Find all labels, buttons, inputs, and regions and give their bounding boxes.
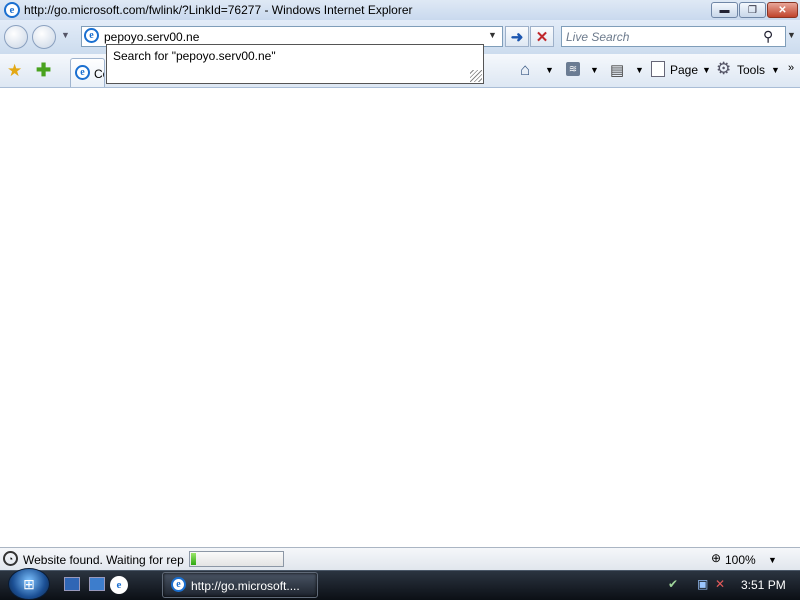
resize-grip-icon[interactable] (470, 70, 482, 82)
page-icon[interactable] (651, 61, 665, 77)
start-button[interactable]: ⊞ (8, 568, 50, 600)
more-commands-icon[interactable]: » (788, 62, 794, 74)
back-button[interactable] (4, 25, 28, 49)
page-content[interactable] (0, 89, 800, 547)
taskbar-item-label: http://go.microsoft.... (191, 579, 300, 593)
volume-muted-tray-icon[interactable]: ✕ (715, 577, 725, 591)
search-input[interactable] (566, 28, 756, 45)
clock[interactable]: 3:51 PM (741, 578, 786, 592)
display-tray-icon[interactable]: ▣ (697, 577, 708, 591)
window-title: http://go.microsoft.com/fwlink/?LinkId=7… (24, 3, 413, 17)
address-autocomplete-popup: Search for "pepoyo.serv00.ne" (106, 44, 484, 84)
zoom-level[interactable]: 100% (725, 553, 756, 567)
browser-tab[interactable]: e Co (70, 58, 105, 87)
close-button[interactable]: ✕ (767, 2, 798, 18)
tools-menu-button[interactable]: Tools (737, 63, 765, 77)
status-text: Website found. Waiting for rep (23, 553, 184, 567)
go-button[interactable]: ➜ (505, 26, 529, 47)
home-icon[interactable]: ⌂ (520, 60, 530, 80)
forward-button[interactable] (32, 25, 56, 49)
feeds-dropdown-icon[interactable]: ▼ (590, 65, 599, 75)
progress-bar (189, 551, 284, 567)
ie-logo-icon: e (4, 2, 20, 18)
show-desktop-icon[interactable] (64, 577, 80, 591)
zoom-icon[interactable]: ⊕ (711, 551, 721, 565)
tools-gear-icon[interactable]: ⚙ (716, 59, 731, 79)
loading-status-icon: ◔ (3, 551, 18, 566)
autocomplete-suggestion[interactable]: Search for "pepoyo.serv00.ne" (113, 49, 276, 63)
feeds-icon[interactable]: ≋ (566, 62, 580, 76)
search-options-dropdown-icon[interactable]: ▼ (787, 30, 796, 40)
zoom-dropdown-icon[interactable]: ▼ (768, 555, 777, 565)
progress-bar-fill (191, 553, 196, 565)
maximize-button[interactable]: ❐ (739, 2, 766, 18)
page-ie-icon: e (84, 28, 99, 43)
print-dropdown-icon[interactable]: ▼ (635, 65, 644, 75)
taskbar-item-ie-window[interactable]: e http://go.microsoft.... (162, 572, 318, 598)
stop-button[interactable]: ✕ (530, 26, 554, 47)
tools-dropdown-icon[interactable]: ▼ (771, 65, 780, 75)
search-icon[interactable]: ⚲ (763, 28, 773, 45)
address-input[interactable] (104, 28, 484, 45)
favorites-center-icon[interactable]: ★ (7, 61, 22, 81)
page-dropdown-icon[interactable]: ▼ (702, 65, 711, 75)
switch-windows-icon[interactable] (89, 577, 105, 591)
address-dropdown-icon[interactable]: ▼ (488, 30, 497, 40)
print-icon[interactable]: ▤ (610, 61, 624, 79)
recent-pages-dropdown-icon[interactable]: ▼ (61, 30, 70, 40)
minimize-button[interactable]: ▬ (711, 2, 738, 18)
home-dropdown-icon[interactable]: ▼ (545, 65, 554, 75)
add-to-favorites-icon[interactable]: ✚ (36, 60, 51, 81)
taskbar-ie-icon: e (171, 577, 186, 592)
page-menu-button[interactable]: Page (670, 63, 698, 77)
tab-label: Co (94, 67, 104, 81)
tab-ie-icon: e (75, 65, 90, 80)
windows-logo-icon: ⊞ (23, 575, 35, 592)
network-tray-icon[interactable]: ✔ (668, 577, 678, 591)
quick-launch-ie-icon[interactable]: e (110, 576, 128, 594)
